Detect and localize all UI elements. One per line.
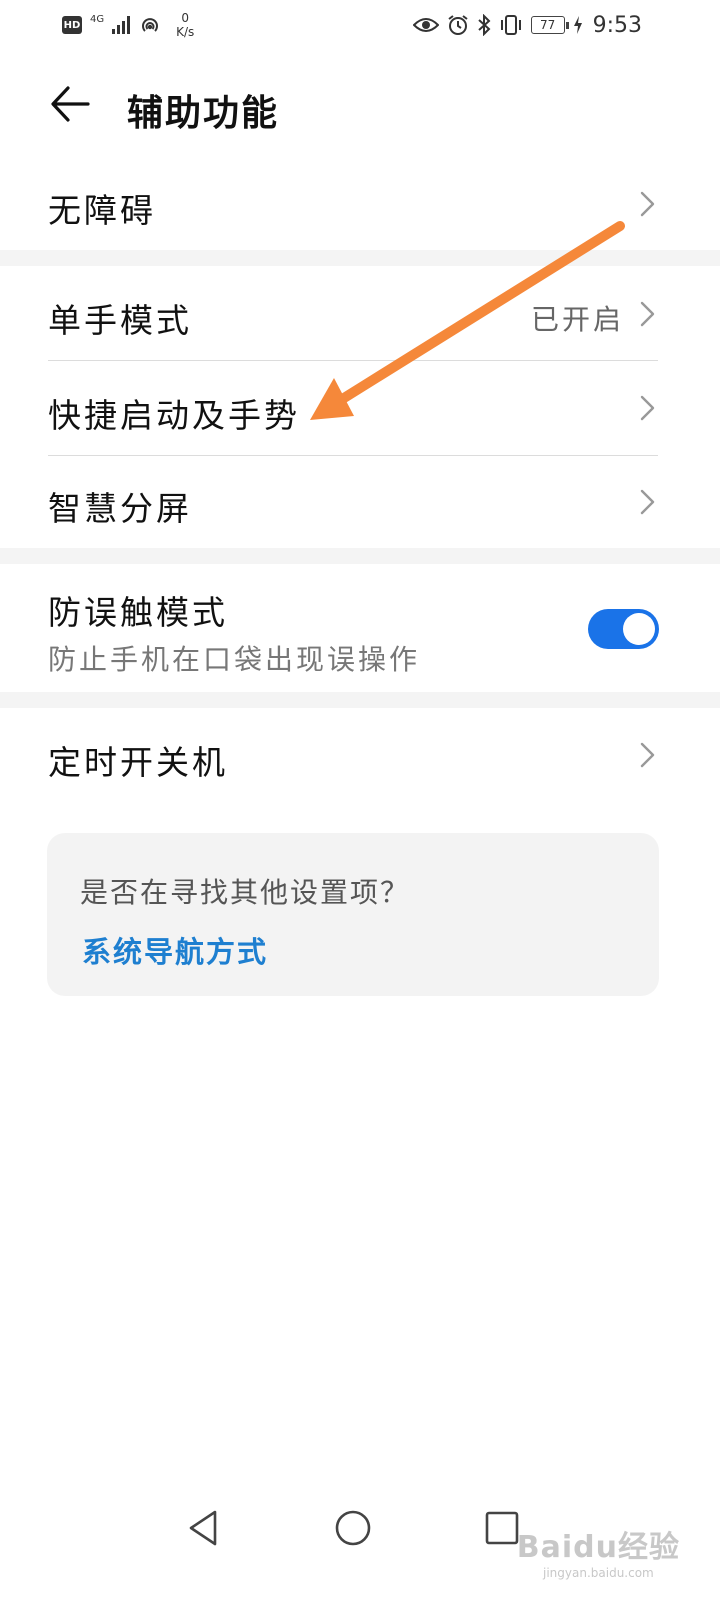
pocket-mode-toggle[interactable]: [588, 609, 659, 649]
signal-icon: [112, 16, 131, 34]
back-arrow-icon[interactable]: [48, 82, 92, 126]
home-circle-icon[interactable]: [333, 1508, 373, 1548]
settings-item-label: 定时开关机: [48, 743, 228, 782]
speed-value: 0: [181, 11, 190, 25]
eye-icon: [412, 18, 439, 32]
watermark: Baidu经验 jingyan.baidu.com: [517, 1522, 680, 1580]
section-gap: [0, 548, 720, 564]
settings-item-smart-split[interactable]: 智慧分屏: [0, 456, 720, 548]
system-navigation-link[interactable]: 系统导航方式: [82, 929, 268, 971]
network-type: 4G: [90, 13, 105, 25]
settings-item-label: 快捷启动及手势: [48, 396, 300, 435]
battery-icon: 77: [530, 16, 569, 34]
back-triangle-icon[interactable]: [185, 1508, 225, 1548]
settings-item-accessibility[interactable]: 无障碍: [0, 158, 720, 250]
settings-item-label: 智慧分屏: [48, 489, 192, 528]
hint-question: 是否在寻找其他设置项？: [80, 876, 411, 909]
section-gap: [0, 250, 720, 266]
speed-unit: K/s: [176, 25, 195, 39]
settings-item-subtitle: 防止手机在口袋出现误操作: [48, 643, 421, 676]
chevron-right-icon: [640, 191, 655, 217]
status-left: HD 4G 0 K/s: [62, 8, 194, 42]
settings-item-scheduled-power[interactable]: 定时开关机: [0, 708, 720, 802]
charging-icon: [573, 16, 582, 34]
vibrate-icon: [500, 15, 521, 35]
chevron-right-icon: [640, 489, 655, 515]
settings-item-label: 单手模式: [48, 301, 192, 340]
hint-card: 是否在寻找其他设置项？ 系统导航方式: [47, 833, 659, 996]
chevron-right-icon: [640, 395, 655, 421]
app-header: 辅助功能: [0, 60, 720, 150]
settings-item-label: 无障碍: [48, 191, 156, 230]
hotspot-icon: [142, 18, 159, 32]
watermark-url: jingyan.baidu.com: [543, 1566, 654, 1580]
bluetooth-icon: [477, 14, 491, 36]
status-right: 77 9:53: [412, 8, 642, 42]
network-speed: 0 K/s: [176, 11, 194, 39]
settings-item-label: 防误触模式: [48, 593, 228, 632]
chevron-right-icon: [640, 742, 655, 768]
section-gap: [0, 692, 720, 708]
status-bar: HD 4G 0 K/s 77 9:53: [0, 0, 720, 50]
chevron-right-icon: [640, 301, 655, 327]
settings-item-quick-launch[interactable]: 快捷启动及手势: [0, 361, 720, 455]
hd-icon: HD: [62, 16, 82, 34]
settings-item-value: 已开启: [530, 303, 624, 336]
settings-item-one-hand-mode[interactable]: 单手模式 已开启: [0, 266, 720, 360]
clock: 9:53: [592, 12, 642, 38]
page-title: 辅助功能: [127, 93, 280, 134]
toggle-knob: [623, 613, 655, 645]
watermark-logo: Baidu经验: [516, 1530, 680, 1565]
alarm-icon: [447, 15, 468, 35]
